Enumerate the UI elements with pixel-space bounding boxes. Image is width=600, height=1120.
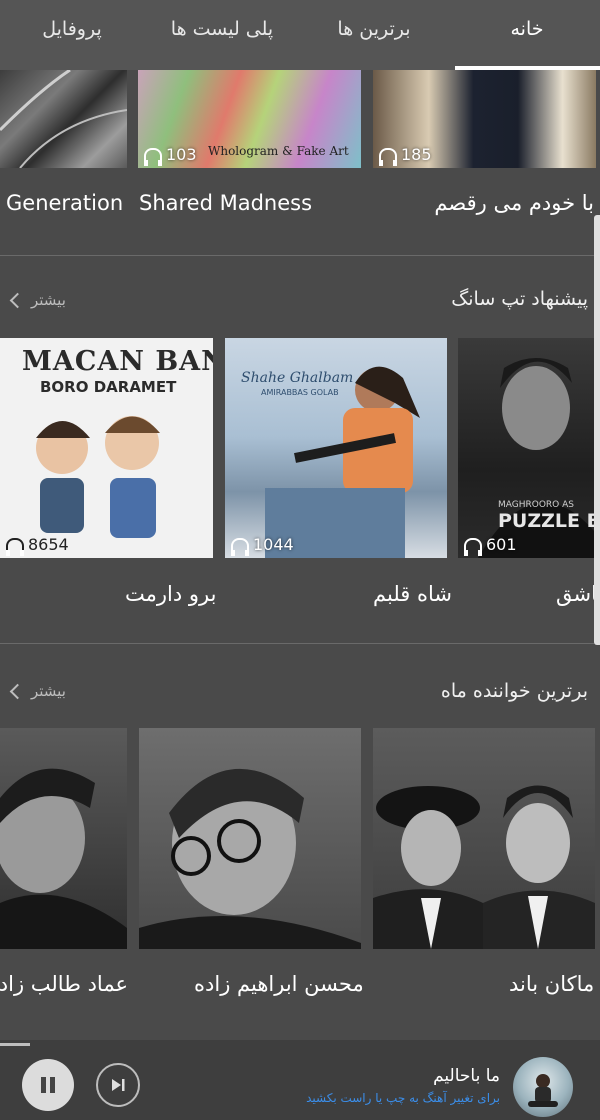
play-count-badge: 1044 (231, 535, 294, 556)
headphones-icon (464, 537, 482, 556)
album-art-text: PUZZLE BAND (498, 510, 600, 532)
chevron-left-icon (9, 292, 26, 308)
album-card-shared-madness-image[interactable]: Whologram & Fake Art 103 (138, 70, 361, 168)
card-title[interactable]: شاه قلبم (373, 582, 452, 606)
play-count-badge: 185 (379, 145, 432, 166)
pause-icon (41, 1077, 55, 1093)
headphones-icon (6, 537, 24, 556)
card-title[interactable]: Generation (6, 191, 123, 215)
chevron-left-icon (9, 683, 26, 699)
artist-card-emad-image[interactable] (0, 728, 127, 949)
artist-portrait (0, 768, 127, 949)
song-card-boro-daramet-image[interactable]: MACAN BAND BORO DARAMET 8654 (0, 338, 213, 558)
cover-art-illustration (528, 1074, 558, 1107)
mini-player[interactable] (0, 1040, 600, 1120)
tab-profile[interactable]: پروفایل (42, 18, 102, 40)
top-tab-bar: پروفایل پلی لیست ها برترین ها خانه (0, 0, 600, 70)
headphones-icon (144, 147, 162, 166)
section-title-top-artist: برترین خواننده ماه (440, 680, 588, 702)
play-count-badge: 103 (144, 145, 197, 166)
more-link[interactable]: بیشتر (9, 291, 66, 309)
artist-card-macan-band-image[interactable] (373, 728, 595, 949)
card-title[interactable]: Shared Madness (139, 191, 312, 215)
artist-name[interactable]: محسن ابراهیم زاده (194, 972, 364, 996)
song-card-ashegh-image[interactable]: MAGHROORO AS PUZZLE BAND 601 (458, 338, 600, 558)
play-count-badge: 8654 (6, 535, 69, 556)
next-track-button[interactable] (96, 1063, 140, 1107)
album-art-text: MAGHROORO AS (498, 500, 574, 510)
album-art-text: Whologram & Fake Art (208, 144, 349, 158)
album-card-ba-khodam-image[interactable]: 185 (373, 70, 596, 168)
section-divider (0, 643, 600, 644)
tab-playlists[interactable]: پلی لیست ها (171, 18, 273, 40)
artist-portrait (373, 785, 595, 949)
scrollbar[interactable] (594, 215, 600, 645)
section-title-top-song: پیشنهاد تپ سانگ (451, 288, 588, 310)
song-card-shahe-ghalbam-image[interactable]: Shahe Ghalbam AMIRABBAS GOLAB 1044 (225, 338, 447, 558)
album-card-generation-image[interactable] (0, 70, 127, 168)
guitarist-illustration (265, 366, 420, 558)
artist-portrait (139, 768, 361, 949)
card-title[interactable]: با خودم می رقصم (434, 191, 594, 215)
more-link[interactable]: بیشتر (9, 682, 66, 700)
cartoon-illustration (36, 416, 160, 538)
road-illustration (0, 70, 127, 168)
tab-home[interactable]: خانه (510, 18, 543, 40)
artist-name[interactable]: ماکان باند (509, 972, 594, 996)
card-title[interactable]: برو دارمت (125, 582, 216, 606)
headphones-icon (379, 147, 397, 166)
headphones-icon (231, 537, 249, 556)
artist-name[interactable]: عماد طالب زاده (0, 972, 128, 996)
now-playing-title: ما باحالیم (433, 1066, 500, 1086)
playback-progress[interactable] (0, 1043, 30, 1046)
tab-top[interactable]: برترین ها (337, 18, 410, 40)
pause-button[interactable] (22, 1059, 74, 1111)
section-divider (0, 255, 600, 256)
play-count-badge: 601 (464, 535, 517, 556)
now-playing-cover[interactable] (513, 1057, 573, 1117)
skip-next-icon (112, 1079, 125, 1091)
artist-card-mohsen-image[interactable] (139, 728, 361, 949)
swipe-hint: برای تغییر آهنگ به چپ یا راست بکشید (306, 1091, 500, 1105)
